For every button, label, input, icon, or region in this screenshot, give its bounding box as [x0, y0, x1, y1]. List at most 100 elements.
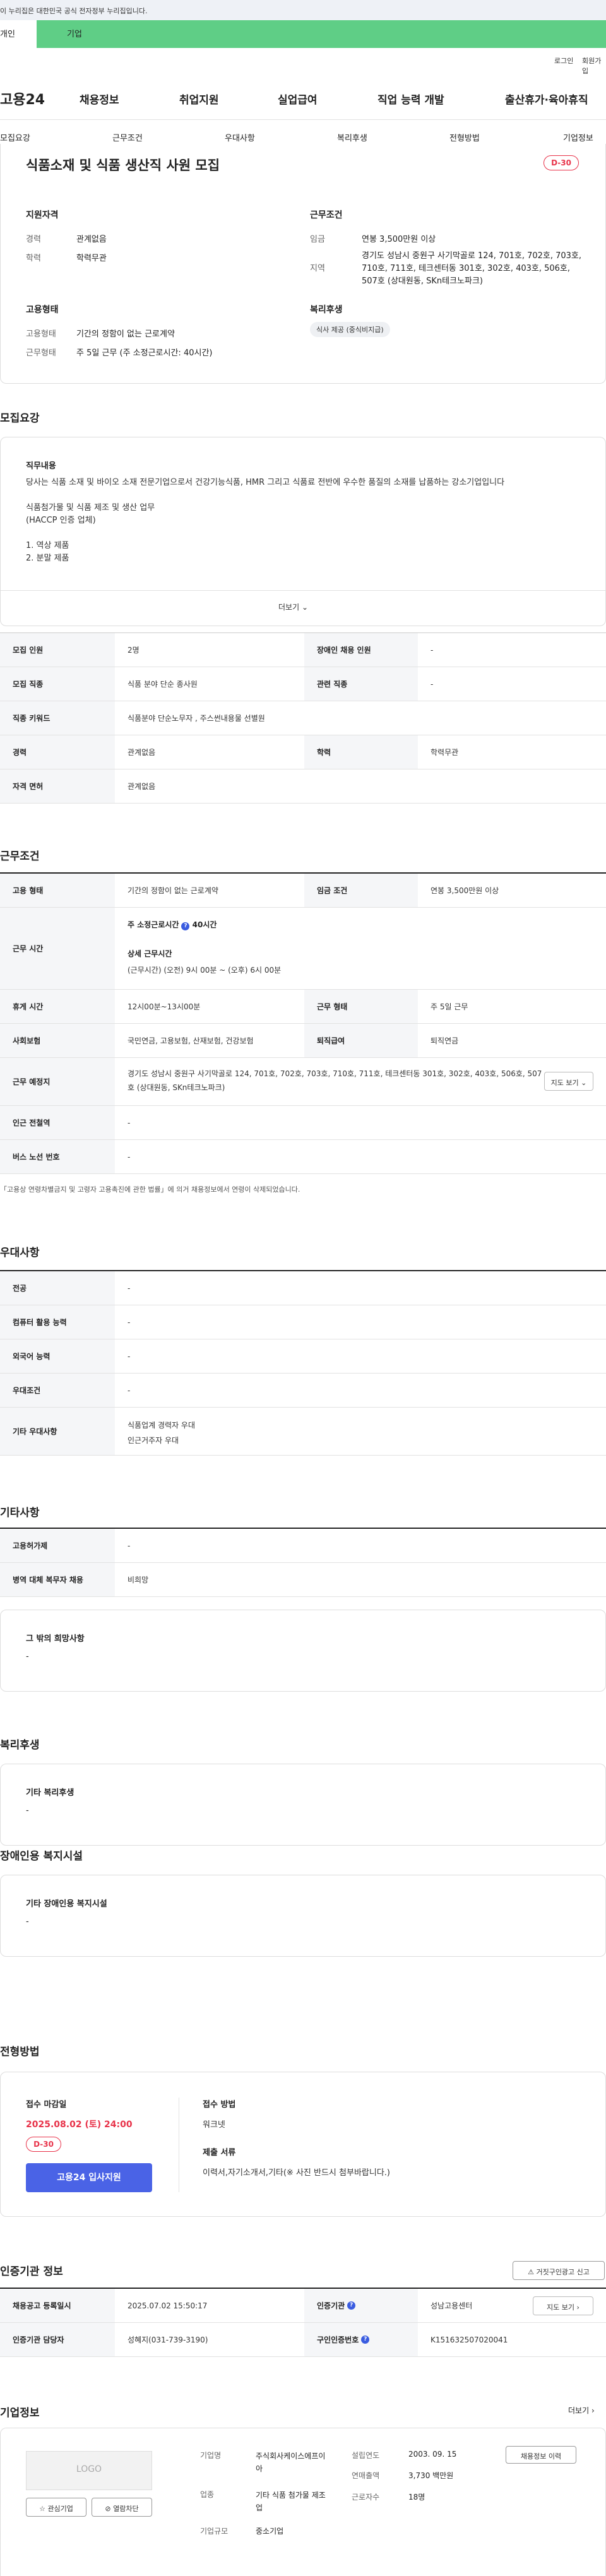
- siren-icon: ⚠: [528, 2268, 534, 2276]
- table-row: 기타 우대사항 식품업계 경력자 우대 인근거주자 우대: [0, 1408, 606, 1456]
- other-pref-line: 인근거주자 우대: [128, 1436, 179, 1445]
- company-more-link[interactable]: 더보기 ›: [568, 2405, 595, 2416]
- tab-recruit[interactable]: 모집요강: [0, 131, 30, 143]
- name-value: 주식회사케이스에프이아: [256, 2452, 326, 2473]
- tab-pref[interactable]: 우대사항: [225, 131, 255, 143]
- block-label: 열람차단: [113, 2505, 139, 2513]
- row-header: 인근 전철역: [0, 1106, 115, 1139]
- docs-value: 이력서,자기소개서,기타(※ 사진 반드시 첨부바랍니다.): [203, 2168, 390, 2178]
- table-row: 전공 -: [0, 1271, 606, 1305]
- welfare-pill: 식사 제공 (중식비지급): [310, 322, 390, 337]
- audience-tabs: 개인 기업: [0, 20, 606, 48]
- wage-value: 연봉 3,500만원 이상: [362, 235, 436, 244]
- signup-link[interactable]: 회원가입: [582, 56, 606, 76]
- job-desc-line: (HACCP 인증 업체): [26, 516, 96, 525]
- info-icon[interactable]: ?: [347, 2301, 356, 2310]
- row-header: 인증기관?: [304, 2289, 418, 2322]
- table-row: 경력 관계없음 학력 학력무관: [0, 735, 606, 769]
- row-value: K151632507020041: [431, 2335, 508, 2344]
- info-icon[interactable]: ?: [181, 922, 190, 930]
- sales-label: 연매출액: [352, 2471, 380, 2480]
- company-card: LOGO ☆ 관심기업 ⊘ 열람차단 기업명 주식회사케이스에프이아 설립연도 …: [0, 2428, 606, 2576]
- etc-title: 기타사항: [0, 1507, 40, 1519]
- table-row: 직종 키워드 식품분야 단순노무자 , 주스썬내용물 선별원: [0, 701, 606, 735]
- recruit-title: 모집요강: [0, 412, 40, 425]
- map-button-label: 지도 보기: [550, 1079, 579, 1087]
- method-heading: 접수 방법: [203, 2100, 236, 2110]
- wish-value: -: [26, 1652, 29, 1661]
- gnb-unemployment[interactable]: 실업급여: [278, 91, 318, 107]
- tab-process[interactable]: 전형방법: [449, 131, 480, 143]
- welfare-title: 복리후생: [0, 1739, 40, 1752]
- job-desc-line: 2. 분말 제품: [26, 554, 69, 563]
- cert-map-button[interactable]: 지도 보기 ›: [533, 2296, 593, 2315]
- table-row: 모집 직종 식품 분야 단순 종사원 관련 직종 -: [0, 667, 606, 701]
- work-title: 근무조건: [0, 850, 40, 863]
- row-header: 우대조건: [0, 1374, 115, 1407]
- row-value: -: [128, 1118, 131, 1127]
- map-button[interactable]: 지도 보기 ⌄: [544, 1072, 593, 1091]
- table-row: 컴퓨터 활용 능력 -: [0, 1305, 606, 1339]
- job-desc-spacer: [26, 489, 581, 502]
- row-header: 퇴직급여: [304, 1024, 418, 1057]
- fav-button[interactable]: ☆ 관심기업: [26, 2498, 86, 2517]
- row-value: 관계없음: [128, 782, 156, 791]
- jobs-history-button[interactable]: 채용정보 이력: [506, 2446, 576, 2464]
- disabled-card: 기타 장애인용 복지시설 -: [0, 1875, 606, 1957]
- apply-button[interactable]: 고용24 입사지원: [26, 2163, 152, 2192]
- tab-work[interactable]: 근무조건: [112, 131, 143, 143]
- detail-hours-value: (근무시간) (오전) 9시 00분 ~ (오후) 6시 00분: [128, 966, 282, 975]
- report-button[interactable]: ⚠ 거짓구인광고 신고: [513, 2261, 605, 2280]
- row-header: 경력: [0, 735, 115, 769]
- week-hours-value: 40시간: [192, 920, 217, 929]
- gnb-support[interactable]: 취업지원: [179, 91, 219, 107]
- pref-title: 우대사항: [0, 1247, 40, 1259]
- row-value: 비희망: [128, 1576, 149, 1584]
- gnb-leave[interactable]: 출산휴가·육아휴직: [505, 91, 588, 107]
- login-link[interactable]: 로그인: [554, 56, 573, 66]
- table-row: 외국어 능력 -: [0, 1339, 606, 1374]
- sales-value: 3,730 백만원: [408, 2471, 454, 2480]
- age-note: 「고용상 연령차별금지 및 고령자 고용촉진에 관한 법률」에 의거 채용정보에…: [0, 1185, 300, 1194]
- gnb-jobs[interactable]: 채용정보: [80, 91, 119, 107]
- row-value: -: [431, 645, 434, 655]
- table-row: 근무 시간 주 소정근로시간? 40시간 상세 근무시간 (근무시간) (오전)…: [0, 908, 606, 990]
- row-value: 관계없음: [128, 748, 156, 757]
- row-header: 버스 노선 번호: [0, 1140, 115, 1173]
- career-value: 관계없음: [76, 235, 107, 244]
- row-header: 임금 조건: [304, 874, 418, 907]
- table-row: 인근 전철역 -: [0, 1106, 606, 1140]
- row-header: 휴게 시간: [0, 990, 115, 1023]
- block-button[interactable]: ⊘ 열람차단: [92, 2498, 152, 2517]
- tab-corp[interactable]: 기업: [37, 20, 606, 48]
- row-value: -: [128, 1351, 131, 1361]
- tab-welfare[interactable]: 복리후생: [337, 131, 367, 143]
- tab-person[interactable]: 개인: [0, 20, 37, 48]
- founded-label: 설립연도: [352, 2451, 380, 2460]
- row-value: 성남고용센터: [431, 2301, 473, 2310]
- row-value: 학력무관: [431, 748, 459, 757]
- global-nav: 고용24 채용정보 취업지원 실업급여 직업 능력 개발 출산휴가·육아휴직: [0, 74, 606, 120]
- row-header: 외국어 능력: [0, 1339, 115, 1373]
- row-value: 12시00분~13시00분: [128, 1002, 201, 1011]
- row-value: 식품 분야 단순 종사원: [128, 680, 198, 689]
- process-title: 전형방법: [0, 2046, 40, 2058]
- wish-heading: 그 밖의 희망사항: [26, 1634, 85, 1644]
- gov-banner-text: 이 누리집은 대한민국 공식 전자정부 누리집입니다.: [0, 7, 148, 15]
- info-icon[interactable]: ?: [361, 2336, 370, 2344]
- cond-heading: 근무조건: [310, 210, 343, 220]
- table-row: 근무 예정지 경기도 성남시 중원구 사기막골로 124, 701호, 702호…: [0, 1058, 606, 1106]
- disabled-card-heading: 기타 장애인용 복지시설: [26, 1899, 107, 1909]
- row-header: 자격 면허: [0, 769, 115, 803]
- site-logo[interactable]: 고용24: [0, 88, 45, 109]
- career-label: 경력: [26, 235, 41, 244]
- table-row: 우대조건 -: [0, 1374, 606, 1408]
- deadline-heading: 접수 마감일: [26, 2100, 67, 2110]
- dday-badge: D-30: [26, 2137, 61, 2152]
- tab-company[interactable]: 기업정보: [563, 131, 593, 143]
- company-more-label: 더보기: [568, 2406, 590, 2415]
- gnb-training[interactable]: 직업 능력 개발: [377, 91, 444, 107]
- more-button[interactable]: 더보기 ⌄: [278, 602, 308, 612]
- row-header: 구인인증번호?: [304, 2323, 418, 2356]
- area-label: 지역: [310, 264, 325, 273]
